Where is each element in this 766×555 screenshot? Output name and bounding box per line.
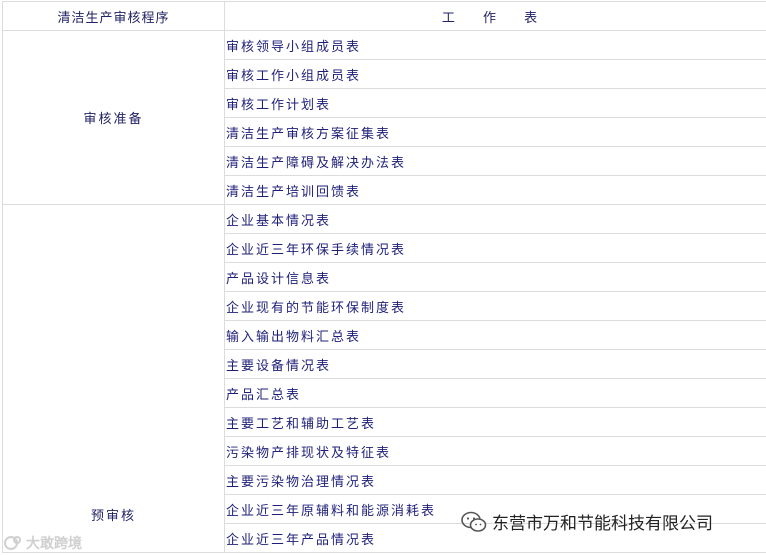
form-cell: 清洁生产培训回馈表 <box>224 175 766 205</box>
form-cell: 产品设计信息表 <box>224 262 766 292</box>
form-cell: 清洁生产审核方案征集表 <box>224 117 766 147</box>
form-cell: 主要设备情况表 <box>224 349 766 379</box>
watermark-logo-icon <box>4 536 21 550</box>
header-stage: 清洁生产审核程序 <box>2 1 225 31</box>
form-cell: 审核工作计划表 <box>224 88 766 118</box>
watermark-left: 大敢跨境 <box>3 533 82 553</box>
table-row: 预审核 企业基本情况表 <box>2 204 766 553</box>
form-cell: 审核工作小组成员表 <box>224 59 766 89</box>
header-row: 清洁生产审核程序 工 作 表 <box>2 1 766 31</box>
header-form: 工 作 表 <box>224 1 766 31</box>
table-row: 审核准备 审核领导小组成员表 <box>2 30 766 205</box>
stage-cell: 审核准备 <box>2 30 225 205</box>
form-cell: 审核领导小组成员表 <box>224 30 766 60</box>
form-cell: 企业近三年环保手续情况表 <box>224 233 766 263</box>
form-cell: 污染物产排现状及特征表 <box>224 436 766 466</box>
wechat-icon <box>461 511 487 532</box>
form-cell: 输入输出物料汇总表 <box>224 320 766 350</box>
stage-cell: 预审核 <box>2 204 225 553</box>
stage-label: 预审核 <box>90 509 136 524</box>
watermark-right-text: 东营市万和节能科技有限公司 <box>492 514 713 534</box>
watermark-left-text: 大敢跨境 <box>26 536 82 552</box>
form-cell: 企业基本情况表 <box>224 204 766 234</box>
audit-forms-table: 清洁生产审核程序 工 作 表 审核准备 审核领导小组成员表 审核工作小组成员表 … <box>2 1 766 553</box>
form-cell: 产品汇总表 <box>224 378 766 408</box>
form-cell: 清洁生产障碍及解决办法表 <box>224 146 766 176</box>
form-cell: 企业现有的节能环保制度表 <box>224 291 766 321</box>
form-cell: 主要污染物治理情况表 <box>224 465 766 495</box>
watermark-right: 东营市万和节能科技有限公司 <box>460 509 713 534</box>
form-cell: 主要工艺和辅助工艺表 <box>224 407 766 437</box>
